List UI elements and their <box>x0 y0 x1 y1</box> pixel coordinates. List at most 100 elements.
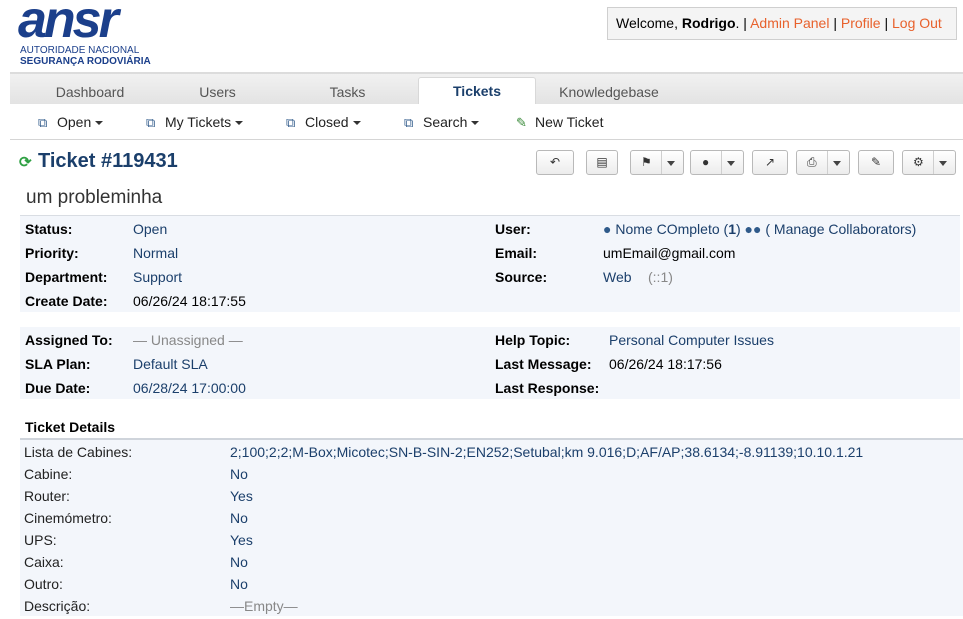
detail-value: No <box>230 576 248 592</box>
detail-value: No <box>230 466 248 482</box>
post-note-button[interactable]: ▤ <box>586 150 618 175</box>
create-date-label: Create Date: <box>25 293 108 309</box>
user-count-close: ) <box>735 221 741 237</box>
subnav-open-label: Open <box>57 114 92 130</box>
gear-icon: ⚙ <box>913 155 924 169</box>
last-message-label: Last Message: <box>495 356 592 372</box>
source-value: Web <box>603 269 632 285</box>
print-icon: ⎙ <box>807 155 817 169</box>
stack-icon: ⧉ <box>286 115 296 130</box>
user-ticket-count: 1 <box>728 221 736 237</box>
profile-link[interactable]: Profile <box>841 15 881 31</box>
stack-icon: ⧉ <box>38 115 48 130</box>
detail-value: Yes <box>230 532 253 548</box>
subnav-closed[interactable]: ⧉ Closed <box>286 113 361 131</box>
flag-menu-button[interactable]: ⚑ <box>630 150 684 175</box>
user-count-open: ( <box>719 221 729 237</box>
logout-link[interactable]: Log Out <box>892 15 942 31</box>
detail-label: Cabine: <box>24 466 73 482</box>
chevron-down-icon <box>667 161 675 166</box>
priority-label: Priority: <box>25 245 79 261</box>
assigned-to-label: Assigned To: <box>25 332 113 348</box>
detail-label: Caixa: <box>24 554 64 570</box>
stack-icon: ⧉ <box>404 115 414 130</box>
assign-menu-button[interactable]: ● <box>690 150 744 175</box>
user-value: ● Nome COmpleto (1) ●● ( Manage Collabor… <box>603 221 916 237</box>
main-nav: Dashboard Users Tasks Tickets Knowledgeb… <box>10 72 963 107</box>
reply-icon: ↶ <box>549 155 561 169</box>
header: ansr AUTORIDADE NACIONAL SEGURANÇA RODOV… <box>0 0 963 72</box>
sla-plan-label: SLA Plan: <box>25 356 91 372</box>
source-ip: (::1) <box>648 269 673 285</box>
detail-value: No <box>230 554 248 570</box>
help-topic-value: Personal Computer Issues <box>609 332 774 348</box>
user-name-link[interactable]: Nome COmpleto <box>615 221 719 237</box>
tab-tickets[interactable]: Tickets <box>418 77 536 107</box>
sub-nav: ⧉ Open ⧉ My Tickets ⧉ Closed ⧉ Search ✎ New T… <box>10 104 963 140</box>
tab-tasks[interactable]: Tasks <box>285 79 410 105</box>
status-label: Status: <box>25 221 73 237</box>
due-date-value: 06/28/24 17:00:00 <box>133 380 246 396</box>
last-response-label: Last Response: <box>495 380 600 396</box>
last-message-value: 06/26/24 18:17:56 <box>609 356 722 372</box>
chevron-down-icon <box>471 121 480 126</box>
chevron-down-icon <box>235 121 244 126</box>
detail-value: 2;100;2;2;M-Box;Micotec;SN-B-SIN-2;EN252… <box>230 444 864 460</box>
manage-collaborators-link[interactable]: ( Manage Collaborators) <box>765 221 916 237</box>
status-value: Open <box>133 221 168 237</box>
detail-value: —Empty— <box>230 598 298 614</box>
ticket-title[interactable]: Ticket #119431 <box>38 150 178 173</box>
detail-value: Yes <box>230 488 253 504</box>
ansr-logo[interactable]: ansr AUTORIDADE NACIONAL SEGURANÇA RODOV… <box>18 0 151 68</box>
transfer-button[interactable]: ↗ <box>752 150 788 175</box>
edit-icon: ✎ <box>870 155 882 169</box>
welcome-user: Rodrigo <box>681 15 736 31</box>
admin-panel-link[interactable]: Admin Panel <box>750 15 829 31</box>
logo-line-1: AUTORIDADE NACIONAL <box>20 45 140 56</box>
tab-knowledgebase[interactable]: Knowledgebase <box>540 79 678 105</box>
subnav-my-tickets[interactable]: ⧉ My Tickets <box>146 113 244 131</box>
assignment-panel: Assigned To: — Unassigned — SLA Plan: De… <box>20 327 960 399</box>
subnav-open[interactable]: ⧉ Open <box>38 113 104 131</box>
sla-plan-value: Default SLA <box>133 356 208 372</box>
more-menu-button[interactable]: ⚙ <box>902 150 956 175</box>
chevron-down-icon <box>833 161 841 166</box>
subnav-search[interactable]: ⧉ Search <box>404 113 480 131</box>
welcome-prefix: Welcome, <box>616 15 682 31</box>
email-value: umEmail@gmail.com <box>603 245 736 261</box>
chevron-down-icon <box>352 121 361 126</box>
edit-button[interactable]: ✎ <box>858 150 894 175</box>
department-value: Support <box>133 269 183 285</box>
welcome-sep-2: | <box>880 15 892 31</box>
print-menu-button[interactable]: ⎙ <box>796 150 850 175</box>
new-ticket-icon: ✎ <box>516 115 527 130</box>
due-date-label: Due Date: <box>25 380 91 396</box>
assigned-to-value: — Unassigned — <box>133 332 243 348</box>
ticket-subject: um probleminha <box>26 187 163 208</box>
detail-label: Router: <box>24 488 70 504</box>
subnav-new-ticket[interactable]: ✎ New Ticket <box>516 113 603 131</box>
detail-label: Cinemómetro: <box>24 510 112 526</box>
subnav-my-tickets-label: My Tickets <box>165 114 232 130</box>
tab-dashboard[interactable]: Dashboard <box>25 79 155 105</box>
welcome-sep-1: | <box>829 15 841 31</box>
detail-label: Descrição: <box>24 598 91 614</box>
note-icon: ▤ <box>596 155 608 169</box>
detail-label: Outro: <box>24 576 63 592</box>
chevron-down-icon <box>939 161 947 166</box>
detail-label: Lista de Cabines: <box>24 444 133 460</box>
welcome-box: Welcome, Rodrigo. | Admin Panel | Profil… <box>607 7 957 40</box>
ticket-details-heading: Ticket Details <box>25 419 116 435</box>
subnav-search-label: Search <box>423 114 468 130</box>
tab-users[interactable]: Users <box>155 79 280 105</box>
flag-icon: ⚑ <box>641 155 652 169</box>
logo-wordmark: ansr <box>18 0 119 49</box>
detail-label: UPS: <box>24 532 57 548</box>
reply-button[interactable]: ↶ <box>536 150 574 175</box>
transfer-icon: ↗ <box>764 155 776 169</box>
subnav-new-ticket-label: New Ticket <box>535 114 604 130</box>
chevron-down-icon <box>727 161 735 166</box>
email-label: Email: <box>495 245 538 261</box>
refresh-icon[interactable]: ⟳ <box>19 153 32 171</box>
user-icon: ● <box>603 221 612 237</box>
